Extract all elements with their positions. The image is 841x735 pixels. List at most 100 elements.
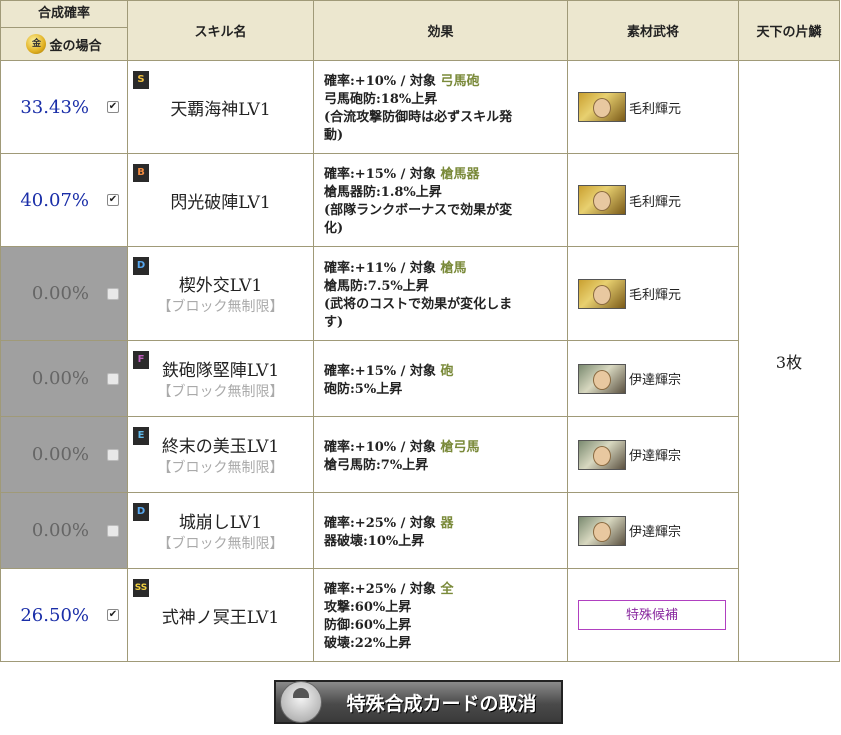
skill-name: 閃光破陣LV1 — [170, 192, 271, 213]
select-checkbox[interactable] — [107, 524, 119, 537]
cancel-special-card-button[interactable]: 特殊合成カードの取消 — [274, 680, 563, 724]
effect-cell: 確率:+15% / 対象 槍馬器 槍馬器防:1.8%上昇 (部隊ランクボーナスで… — [313, 153, 568, 247]
rate-cell: 0.00% — [0, 340, 128, 417]
cancel-special-card-label: 特殊合成カードの取消 — [346, 692, 537, 715]
rank-b-icon: B — [133, 164, 149, 182]
skill-name: 式神ノ冥王LV1 — [161, 607, 280, 628]
skill-name-header: スキル名 — [127, 0, 314, 61]
general-cell: 毛利輝元 — [567, 60, 739, 154]
table-row: 0.00% D 楔外交LV1 【ブロック無制限】 確率:+11% / 対象 槍馬… — [0, 246, 840, 341]
block-unlimited-note: 【ブロック無制限】 — [157, 384, 284, 400]
effect-target: 槍馬 — [440, 260, 467, 276]
rank-d-icon: D — [133, 257, 149, 275]
skill-cell: F 鉄砲隊堅陣LV1 【ブロック無制限】 — [127, 340, 314, 417]
effect-line: 化) — [324, 221, 344, 236]
general-portrait — [578, 278, 626, 309]
effect-rate: 確率:+25% / 対象 — [324, 582, 441, 597]
effect-target: 砲 — [440, 363, 454, 379]
effect-cell: 確率:+11% / 対象 槍馬 槍馬防:7.5%上昇 (武将のコストで効果が変化… — [313, 246, 568, 341]
rate-cell: 40.07% ✔ — [0, 153, 128, 247]
effect-line: (武将のコストで効果が変化しま — [324, 296, 513, 312]
fragment-value: 3枚 — [775, 353, 803, 372]
rate-cell: 0.00% — [0, 246, 128, 341]
gold-coin-icon: 金 — [26, 34, 47, 54]
rank-f-icon: F — [133, 351, 149, 369]
general-portrait — [578, 363, 626, 394]
rate-value: 0.00% — [31, 283, 89, 304]
table-row: 0.00% D 城崩しLV1 【ブロック無制限】 確率:+25% / 対象 器 … — [0, 492, 840, 569]
select-checkbox[interactable]: ✔ — [107, 101, 119, 113]
fragment-header: 天下の片鱗 — [738, 0, 840, 61]
skill-name: 鉄砲隊堅陣LV1 — [161, 361, 280, 381]
effect-header: 効果 — [313, 0, 568, 61]
general-name: 伊達輝宗 — [629, 449, 682, 464]
effect-cell: 確率:+10% / 対象 弓馬砲 弓馬砲防:18%上昇 (合流攻撃防御時は必ずス… — [313, 60, 568, 154]
general-name: 伊達輝宗 — [629, 525, 682, 540]
rate-value: 0.00% — [31, 520, 89, 541]
block-unlimited-note: 【ブロック無制限】 — [157, 536, 284, 552]
effect-line: 確率:+10% / 対象 弓馬砲 — [324, 73, 559, 91]
effect-line: 確率:+10% / 対象 槍弓馬 — [324, 439, 559, 457]
effect-line: 槍馬防:7.5%上昇 — [324, 278, 429, 294]
rate-value: 0.00% — [31, 368, 89, 389]
table-row: 40.07% ✔ B 閃光破陣LV1 確率:+15% / 対象 槍馬器 槍馬器防… — [0, 153, 840, 247]
select-checkbox[interactable] — [107, 372, 119, 385]
general-cell: 毛利輝元 — [567, 153, 739, 247]
effect-line: (部隊ランクボーナスで効果が変 — [324, 203, 513, 218]
rate-cell: 33.43% ✔ — [0, 60, 128, 154]
select-checkbox[interactable]: ✔ — [107, 194, 119, 206]
effect-rate: 確率:+11% / 対象 — [324, 260, 441, 276]
effect-line: 動) — [324, 128, 344, 143]
effect-line: 砲防:5%上昇 — [324, 381, 403, 397]
select-checkbox[interactable] — [107, 448, 119, 461]
general-cell: 伊達輝宗 — [567, 416, 739, 493]
character-avatar-icon — [280, 681, 322, 723]
effect-line: 槍弓馬防:7%上昇 — [324, 457, 429, 473]
rate-value: 26.50% — [20, 604, 89, 626]
general-portrait — [578, 439, 626, 470]
skill-cell: D 城崩しLV1 【ブロック無制限】 — [127, 492, 314, 569]
rate-cell: 26.50% ✔ — [0, 568, 128, 662]
effect-target: 全 — [440, 582, 454, 597]
rate-value: 0.00% — [31, 444, 89, 465]
skill-name: 城崩しLV1 — [178, 513, 263, 533]
general-portrait — [578, 185, 626, 215]
table-row: 33.43% ✔ S 天覇海神LV1 確率:+10% / 対象 弓馬砲 弓馬砲防… — [0, 60, 840, 662]
block-unlimited-note: 【ブロック無制限】 — [157, 299, 284, 315]
rank-s-icon: S — [133, 71, 149, 89]
fragment-cell: 3枚 — [738, 60, 840, 662]
skill-cell: B 閃光破陣LV1 — [127, 153, 314, 247]
rate-header-gold: 金 金の場合 — [1, 28, 127, 60]
effect-line: 確率:+25% / 対象 全 — [324, 581, 559, 599]
special-candidate-button[interactable]: 特殊候補 — [578, 600, 726, 630]
table-row: 0.00% E 終末の美玉LV1 【ブロック無制限】 確率:+10% / 対象 … — [0, 416, 840, 493]
rate-cell: 0.00% — [0, 492, 128, 569]
effect-line: 破壊:22%上昇 — [324, 636, 412, 651]
general-name: 毛利輝元 — [629, 101, 682, 117]
effect-line: 器破壊:10%上昇 — [324, 533, 425, 549]
select-checkbox[interactable] — [107, 287, 119, 300]
effect-line: す) — [324, 314, 344, 330]
rank-d-icon: D — [133, 503, 149, 521]
skill-cell: S 天覇海神LV1 — [127, 60, 314, 154]
skill-name: 天覇海神LV1 — [170, 99, 271, 120]
material-general-header: 素材武将 — [567, 0, 739, 61]
general-portrait — [578, 92, 626, 122]
rate-cell: 0.00% — [0, 416, 128, 493]
effect-cell: 確率:+15% / 対象 砲 砲防:5%上昇 — [313, 340, 568, 417]
select-checkbox[interactable]: ✔ — [107, 609, 119, 621]
effect-target: 槍弓馬 — [440, 439, 480, 455]
table-row: 0.00% F 鉄砲隊堅陣LV1 【ブロック無制限】 確率:+15% / 対象 … — [0, 340, 840, 417]
rate-header-title: 合成確率 — [1, 1, 127, 28]
effect-rate: 確率:+10% / 対象 — [324, 74, 441, 89]
rate-header-gold-label: 金の場合 — [49, 38, 102, 54]
general-portrait — [578, 515, 626, 546]
rate-value: 40.07% — [20, 189, 89, 211]
general-cell: 毛利輝元 — [567, 246, 739, 341]
block-unlimited-note: 【ブロック無制限】 — [157, 460, 284, 476]
rank-ss-icon: SS — [133, 579, 149, 597]
effect-cell: 確率:+10% / 対象 槍弓馬 槍弓馬防:7%上昇 — [313, 416, 568, 493]
table-row: 26.50% ✔ SS 式神ノ冥王LV1 確率:+25% / 対象 全 攻撃:6… — [0, 568, 840, 662]
skill-cell: SS 式神ノ冥王LV1 — [127, 568, 314, 662]
general-name: 毛利輝元 — [629, 194, 682, 210]
